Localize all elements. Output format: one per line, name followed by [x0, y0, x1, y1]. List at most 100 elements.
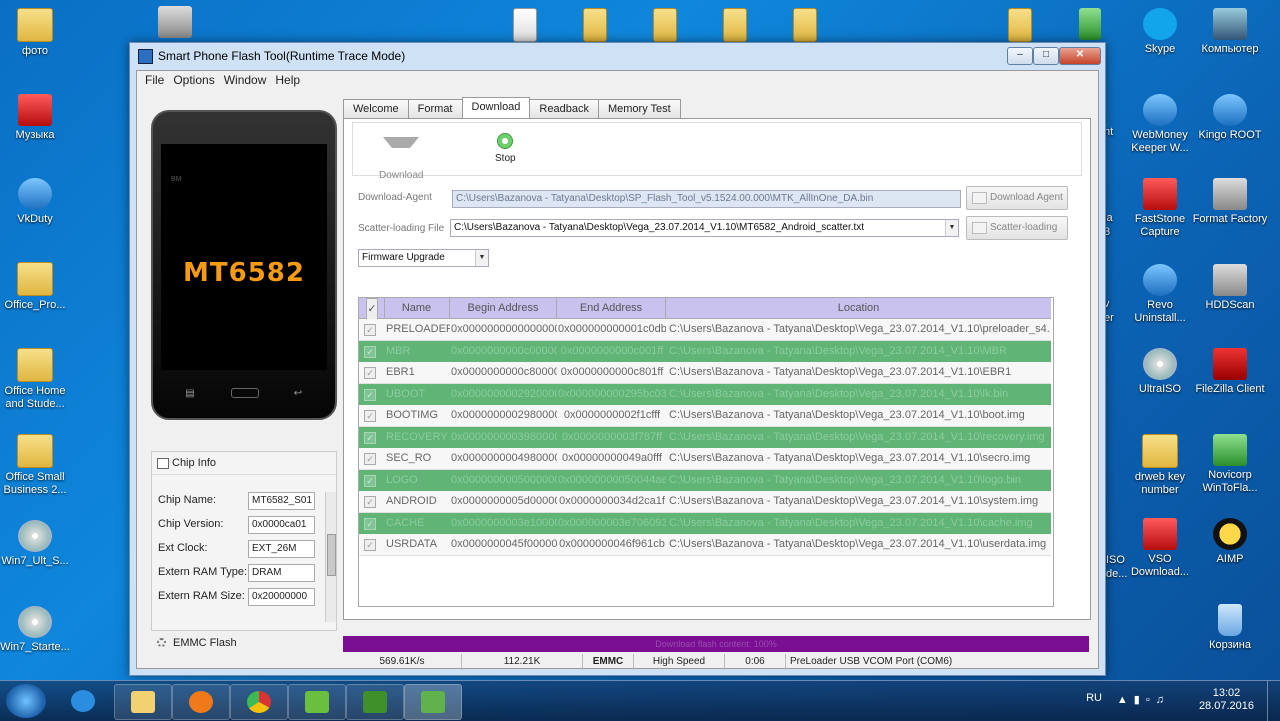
tab-memory-test[interactable]: Memory Test [597, 99, 681, 118]
desktop-icon[interactable]: Office Home and Stude... [0, 348, 75, 411]
row-checkbox[interactable]: ✓ [364, 431, 376, 444]
desktop-icon[interactable]: drweb key number [1120, 434, 1200, 497]
taskbar-camtasia[interactable] [288, 684, 346, 720]
table-row[interactable]: ✓ RECOVERY 0x0000000003980000 0x0000000003f… [359, 426, 1051, 449]
desktop-icon[interactable]: Музыка [0, 94, 75, 142]
select-all-checkbox[interactable]: ✓ [366, 298, 378, 320]
table-row[interactable]: ✓ MBR 0x0000000000c00000 0x0000000000c001ff… [359, 340, 1051, 363]
row-checkbox[interactable]: ✓ [364, 517, 376, 530]
chip-info-header[interactable]: Chip Info [152, 452, 336, 475]
chip-label: Extern RAM Size: [158, 590, 245, 602]
language-indicator[interactable]: RU [1086, 692, 1102, 704]
minimize-button[interactable]: – [1007, 47, 1033, 65]
menu-file[interactable]: File [145, 71, 171, 89]
row-checkbox[interactable]: ✓ [364, 474, 376, 487]
desktop-icon-top[interactable] [785, 8, 825, 45]
desktop-icon[interactable]: Корзина [1190, 604, 1270, 652]
desktop-icon[interactable]: HDDScan [1190, 264, 1270, 312]
start-button[interactable] [6, 684, 46, 718]
chip-info-scrollbar[interactable] [325, 492, 336, 622]
menu-help[interactable]: Help [275, 71, 307, 89]
download-agent-field[interactable]: C:\Users\Bazanova - Tatyana\Desktop\SP_F… [452, 190, 961, 208]
desktop-icon[interactable]: Win7_Starte... [0, 606, 75, 654]
tab-download[interactable]: Download [461, 97, 531, 118]
cell-begin: 0x0000000002920000 [451, 387, 557, 400]
desktop-icon[interactable]: Kingo ROOT [1190, 94, 1270, 142]
desktop-icon[interactable]: VkDuty [0, 178, 75, 226]
menu-window[interactable]: Window [224, 71, 274, 89]
table-row[interactable]: ✓ PRELOADER 0x0000000000000000 0x0000000000… [359, 319, 1051, 341]
emmc-flash-panel[interactable]: EMMC Flash [151, 633, 335, 653]
desktop-icon-top[interactable] [505, 8, 545, 45]
taskbar-ie[interactable] [58, 684, 108, 718]
scatter-file-combo[interactable]: C:\Users\Bazanova - Tatyana\Desktop\Vega… [450, 219, 959, 237]
desktop-icon[interactable]: FileZilla Client [1190, 348, 1270, 396]
desktop-icon[interactable]: Office_Pro... [0, 262, 75, 312]
desktop-icon[interactable]: Novicorp WinToFla... [1190, 434, 1270, 495]
taskbar-explorer[interactable] [114, 684, 172, 720]
table-row[interactable]: ✓ USRDATA 0x0000000045f00000 0x0000000046f9… [359, 534, 1051, 556]
select-all-cell[interactable]: ✓ [359, 298, 385, 320]
table-row[interactable]: ✓ EBR1 0x0000000000c80000 0x0000000000c801f… [359, 362, 1051, 384]
row-checkbox[interactable]: ✓ [364, 539, 376, 551]
table-row[interactable]: ✓ ANDROID 0x0000000005d00000 0x0000000034d2… [359, 491, 1051, 513]
desktop-icon-top[interactable] [1070, 8, 1110, 43]
tab-readback[interactable]: Readback [529, 99, 599, 118]
clock[interactable]: 13:02 28.07.2016 [1199, 687, 1254, 713]
desktop-icon-top[interactable] [150, 6, 200, 41]
desktop-icon[interactable]: VSO Download... [1120, 518, 1200, 579]
chip-row-ram-size: Extern RAM Size: [158, 590, 245, 602]
chevron-down-icon[interactable]: ▼ [945, 220, 958, 236]
row-checkbox[interactable]: ✓ [364, 410, 376, 422]
column-header-begin[interactable]: Begin Address [450, 298, 557, 318]
taskbar-chrome[interactable] [230, 684, 288, 720]
table-row[interactable]: ✓ UBOOT 0x0000000002920000 0x000000000295bc… [359, 383, 1051, 406]
desktop-icon[interactable]: AIMP [1190, 518, 1270, 566]
desktop-icon-top[interactable] [645, 8, 685, 45]
taskbar-camtasia-2[interactable] [346, 684, 404, 720]
desktop-icon[interactable]: Revo Uninstall... [1120, 264, 1200, 325]
table-row[interactable]: ✓ SEC_RO 0x0000000004980000 0x00000000049a0… [359, 448, 1051, 470]
table-row[interactable]: ✓ BOOTIMG 0x0000000002980000 0x0000000002f1… [359, 405, 1051, 427]
stop-button[interactable]: Stop [495, 133, 516, 164]
desktop-icon[interactable]: Office Small Business 2... [0, 434, 75, 497]
row-checkbox[interactable]: ✓ [364, 496, 376, 508]
tab-format[interactable]: Format [407, 99, 463, 118]
taskbar-media[interactable] [172, 684, 230, 720]
desktop-icon[interactable]: Format Factory [1190, 178, 1270, 226]
download-agent-button[interactable]: Download Agent [966, 186, 1068, 210]
scrollbar-thumb[interactable] [327, 534, 336, 576]
desktop-icon-top[interactable] [575, 8, 615, 45]
row-checkbox[interactable]: ✓ [364, 453, 376, 465]
desktop-icon[interactable]: FastStone Capture [1120, 178, 1200, 239]
show-desktop-button[interactable] [1267, 681, 1280, 721]
menu-options[interactable]: Options [173, 71, 221, 89]
desktop-icon[interactable]: UltraISO [1120, 348, 1200, 396]
scatter-loading-button[interactable]: Scatter-loading [966, 216, 1068, 240]
desktop-icon[interactable]: фото [0, 8, 75, 58]
row-checkbox[interactable]: ✓ [364, 388, 376, 401]
tray-icons[interactable]: ▲▮▫♫ [1117, 693, 1170, 706]
column-header-end[interactable]: End Address [557, 298, 666, 318]
column-header-location[interactable]: Location [666, 298, 1051, 318]
title-bar[interactable]: Smart Phone Flash Tool(Runtime Trace Mod… [130, 43, 1105, 69]
chevron-down-icon[interactable]: ▼ [475, 250, 488, 266]
maximize-button[interactable]: □ [1033, 47, 1059, 65]
desktop-icon[interactable]: Skype [1120, 8, 1200, 56]
row-checkbox[interactable]: ✓ [364, 367, 376, 379]
table-row[interactable]: ✓ LOGO 0x0000000005000000 0x00000000050044a… [359, 469, 1051, 492]
column-header-name[interactable]: Name [384, 298, 450, 318]
taskbar-flash-tool[interactable] [404, 684, 462, 720]
desktop-icon-top[interactable] [715, 8, 755, 45]
tab-welcome[interactable]: Welcome [343, 99, 409, 118]
desktop-icon[interactable]: WebMoney Keeper W... [1120, 94, 1200, 155]
desktop-icon-top[interactable] [1000, 8, 1040, 45]
desktop-icon[interactable]: Компьютер [1190, 8, 1270, 56]
mode-select[interactable]: Firmware Upgrade ▼ [358, 249, 489, 267]
row-checkbox[interactable]: ✓ [364, 345, 376, 358]
row-checkbox[interactable]: ✓ [364, 324, 376, 336]
download-button[interactable]: Download [379, 133, 423, 181]
close-button[interactable]: ✕ [1059, 47, 1101, 65]
table-row[interactable]: ✓ CACHE 0x0000000003e100000 0x000000003e706… [359, 512, 1051, 535]
desktop-icon[interactable]: Win7_Ult_S... [0, 520, 75, 568]
